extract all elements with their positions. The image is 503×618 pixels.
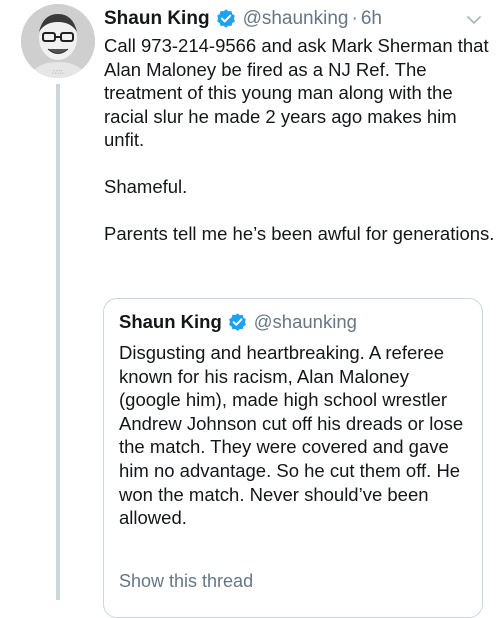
tweet-header: Shaun King @shaunking · 6h — [104, 6, 382, 32]
avatar-image: ∴∵∴ — [21, 4, 95, 78]
quoted-tweet-header: Shaun King @shaunking — [119, 309, 357, 335]
verified-badge-icon — [227, 312, 248, 333]
tweet: ∴∵∴ Shaun King @shaunking · 6h Call 973-… — [0, 0, 503, 618]
chevron-down-icon[interactable] — [466, 12, 482, 24]
quoted-author-name: Shaun King — [119, 311, 222, 332]
author-handle[interactable]: @shaunking — [243, 8, 349, 30]
tweet-timestamp[interactable]: 6h — [361, 8, 382, 30]
thread-line — [56, 84, 60, 600]
show-thread-link[interactable]: Show this thread — [119, 571, 253, 592]
quoted-tweet[interactable]: Shaun King @shaunking Disgusting and hea… — [103, 298, 483, 618]
author-name[interactable]: Shaun King — [104, 8, 210, 30]
quoted-author-handle: @shaunking — [253, 311, 357, 332]
tweet-text: Call 973-214-9566 and ask Mark Sherman t… — [104, 35, 495, 244]
header-separator: · — [351, 8, 358, 29]
verified-badge-icon — [215, 8, 237, 30]
avatar[interactable]: ∴∵∴ — [21, 4, 95, 78]
quoted-tweet-text: Disgusting and heartbreaking. A referee … — [119, 342, 464, 529]
svg-text:∴∵∴: ∴∵∴ — [52, 69, 64, 76]
